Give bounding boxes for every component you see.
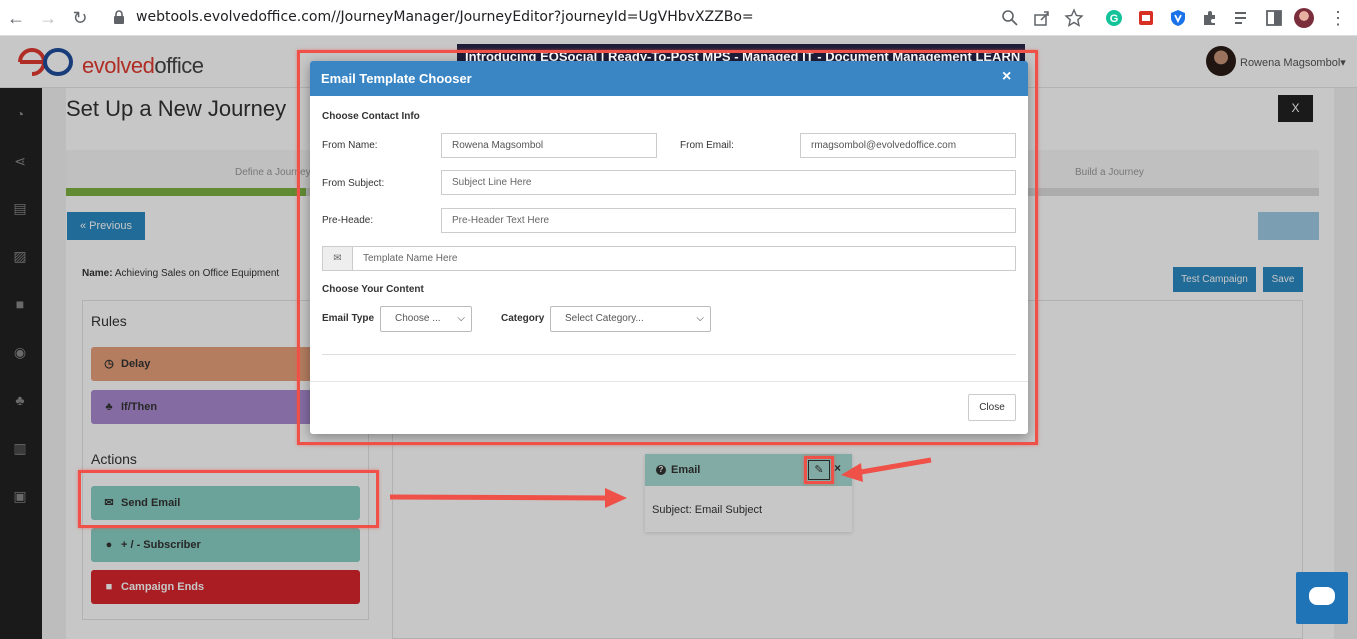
chat-widget-button[interactable]: [1296, 572, 1348, 624]
send-email-highlight-box: [78, 470, 379, 528]
side-panel-icon[interactable]: [1264, 8, 1284, 28]
browser-toolbar: ← → ↻ webtools.evolvedoffice.com//Journe…: [0, 0, 1357, 36]
bookmark-star-icon[interactable]: [1064, 8, 1084, 28]
svg-text:G: G: [1110, 13, 1119, 25]
extension-icon[interactable]: [1136, 8, 1156, 28]
forward-arrow-icon[interactable]: →: [38, 8, 58, 28]
share-icon[interactable]: [1032, 8, 1052, 28]
back-arrow-icon[interactable]: ←: [6, 8, 26, 28]
reload-icon[interactable]: ↻: [70, 8, 90, 28]
address-bar[interactable]: webtools.evolvedoffice.com//JourneyManag…: [136, 9, 754, 25]
puzzle-icon[interactable]: [1200, 8, 1220, 28]
profile-avatar-icon[interactable]: [1294, 8, 1314, 28]
lock-icon: [114, 10, 124, 24]
grammarly-icon[interactable]: G: [1104, 8, 1124, 28]
media-queue-icon[interactable]: [1232, 8, 1252, 28]
zoom-icon[interactable]: [1000, 8, 1020, 28]
annotation-arrows: [389, 457, 932, 508]
modal-highlight-box: [297, 50, 1038, 445]
more-menu-icon[interactable]: ⋮: [1328, 8, 1348, 28]
shield-icon[interactable]: [1168, 8, 1188, 28]
chat-bubble-icon: [1309, 587, 1335, 605]
